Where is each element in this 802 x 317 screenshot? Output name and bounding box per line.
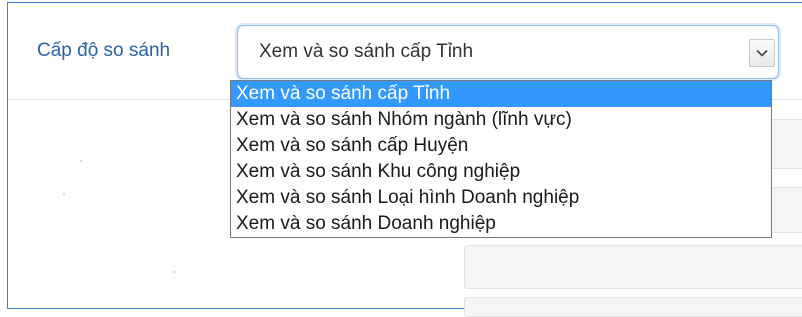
dropdown-option[interactable]: Xem và so sánh Nhóm ngành (lĩnh vực)	[231, 107, 771, 133]
dropdown-option[interactable]: Xem và so sánh cấp Huyện	[231, 133, 771, 159]
dropdown-option[interactable]: Xem và so sánh Khu công nghiệp	[231, 159, 771, 185]
background-field-3	[464, 245, 802, 289]
faint-mark	[173, 271, 175, 273]
background-field-4	[464, 297, 802, 317]
faint-mark	[80, 160, 82, 162]
comparison-level-label: Cấp độ so sánh	[37, 40, 171, 61]
comparison-level-select[interactable]: Xem và so sánh cấp Tỉnh	[237, 25, 779, 79]
dropdown-option[interactable]: Xem và so sánh Loại hình Doanh nghiệp	[231, 185, 771, 211]
comparison-level-dropdown[interactable]: Xem và so sánh cấp Tỉnh Xem và so sánh Nh…	[230, 80, 772, 238]
chevron-down-icon[interactable]	[749, 39, 775, 67]
faint-mark	[63, 193, 65, 195]
dropdown-option[interactable]: Xem và so sánh Doanh nghiệp	[231, 211, 771, 237]
select-current-value: Xem và so sánh cấp Tỉnh	[259, 41, 474, 62]
dropdown-option[interactable]: Xem và so sánh cấp Tỉnh	[231, 81, 771, 107]
